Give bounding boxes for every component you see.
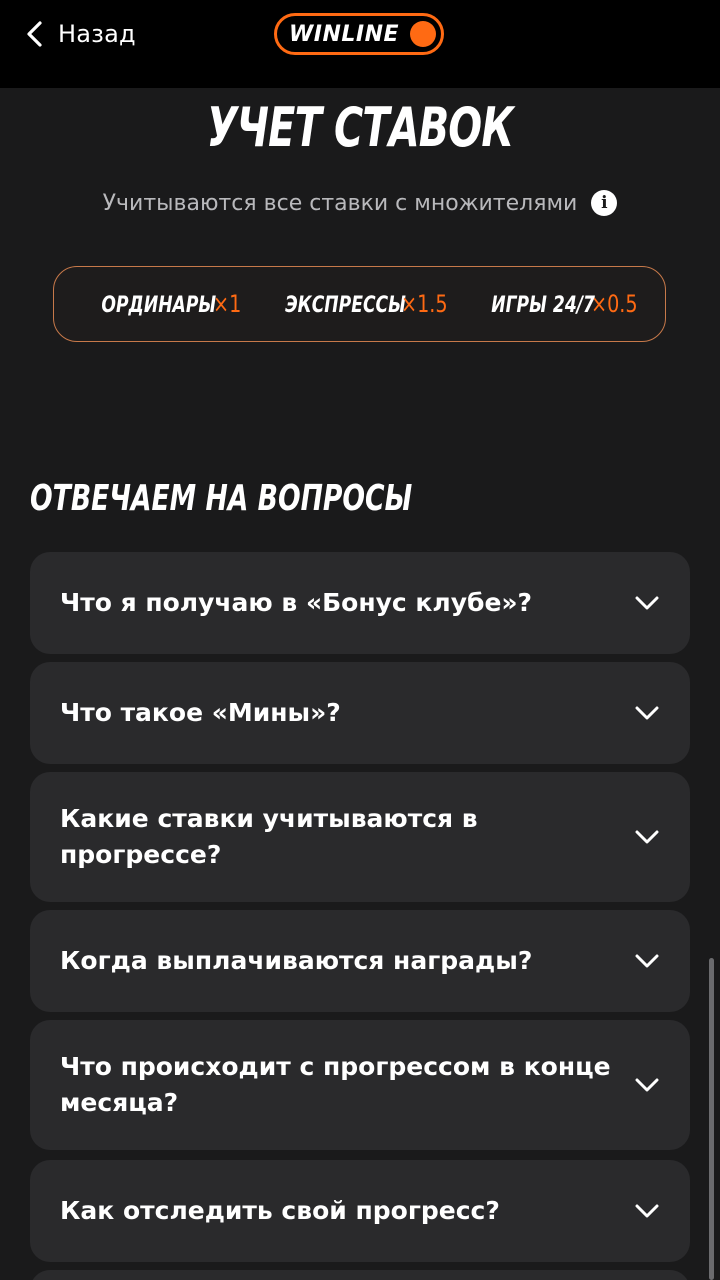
faq-item[interactable]: Когда выплачиваются награды? <box>30 910 690 1012</box>
faq-item[interactable]: Что я получаю в «Бонус клубе»? <box>30 552 690 654</box>
multiplier-value: ×0.5 <box>591 290 638 318</box>
winline-logo: WINLINE <box>274 13 444 55</box>
bets-title: УЧЕТ СТАВОК <box>206 96 514 159</box>
chevron-down-icon <box>635 954 659 968</box>
faq-item[interactable]: Что такое «Мины»? <box>30 662 690 764</box>
faq-title: ОТВЕЧАЕМ НА ВОПРОСЫ <box>30 478 413 519</box>
bets-subtitle: Учитываются все ставки с множителями i <box>0 190 720 216</box>
top-bar: Назад WINLINE <box>0 0 720 88</box>
logo-text: WINLINE <box>289 21 400 47</box>
faq-item[interactable]: Что происходит с прогрессом в конце меся… <box>30 1020 690 1150</box>
multiplier-label: ИГРЫ 24/7 <box>491 293 596 318</box>
back-label: Назад <box>58 20 136 48</box>
faq-question: Как отследить свой прогресс? <box>60 1196 500 1225</box>
faq-item-partial[interactable] <box>30 1270 690 1280</box>
chevron-down-icon <box>635 1204 659 1218</box>
chevron-down-icon <box>635 830 659 844</box>
chevron-down-icon <box>635 1078 659 1092</box>
multiplier-value: ×1 <box>212 290 241 318</box>
chevron-left-icon <box>27 21 42 47</box>
faq-item[interactable]: Какие ставки учитываются в прогрессе? <box>30 772 690 902</box>
logo-dot <box>410 21 436 47</box>
multiplier-value: ×1.5 <box>401 290 449 318</box>
info-icon[interactable]: i <box>591 190 618 216</box>
multiplier-label: ОРДИНАРЫ <box>101 293 217 318</box>
back-button[interactable]: Назад <box>24 14 136 54</box>
faq-question: Что такое «Мины»? <box>60 698 341 727</box>
chevron-down-icon <box>635 596 659 610</box>
multiplier-games: ИГРЫ 24/7 ×0.5 <box>462 290 649 318</box>
bets-subtitle-text: Учитываются все ставки с множителями <box>102 190 578 216</box>
faq-question: Какие ставки учитываются в прогрессе? <box>60 804 478 869</box>
faq-question: Что происходит с прогрессом в конце меся… <box>60 1052 611 1117</box>
multiplier-express: ЭКСПРЕССЫ ×1.5 <box>251 290 460 318</box>
multiplier-singles: ОРДИНАРЫ ×1 <box>69 290 248 318</box>
multiplier-label: ЭКСПРЕССЫ <box>284 293 406 318</box>
chevron-down-icon <box>635 706 659 720</box>
faq-question: Когда выплачиваются награды? <box>60 946 533 975</box>
scrollbar[interactable] <box>709 958 714 1280</box>
faq-question: Что я получаю в «Бонус клубе»? <box>60 588 533 617</box>
page: Назад WINLINE УЧЕТ СТАВОК Учитываются вс… <box>0 0 720 1280</box>
multipliers-panel: ОРДИНАРЫ ×1 ЭКСПРЕССЫ ×1.5 ИГРЫ 24/7 ×0.… <box>53 266 666 342</box>
faq-item[interactable]: Как отследить свой прогресс? <box>30 1160 690 1262</box>
